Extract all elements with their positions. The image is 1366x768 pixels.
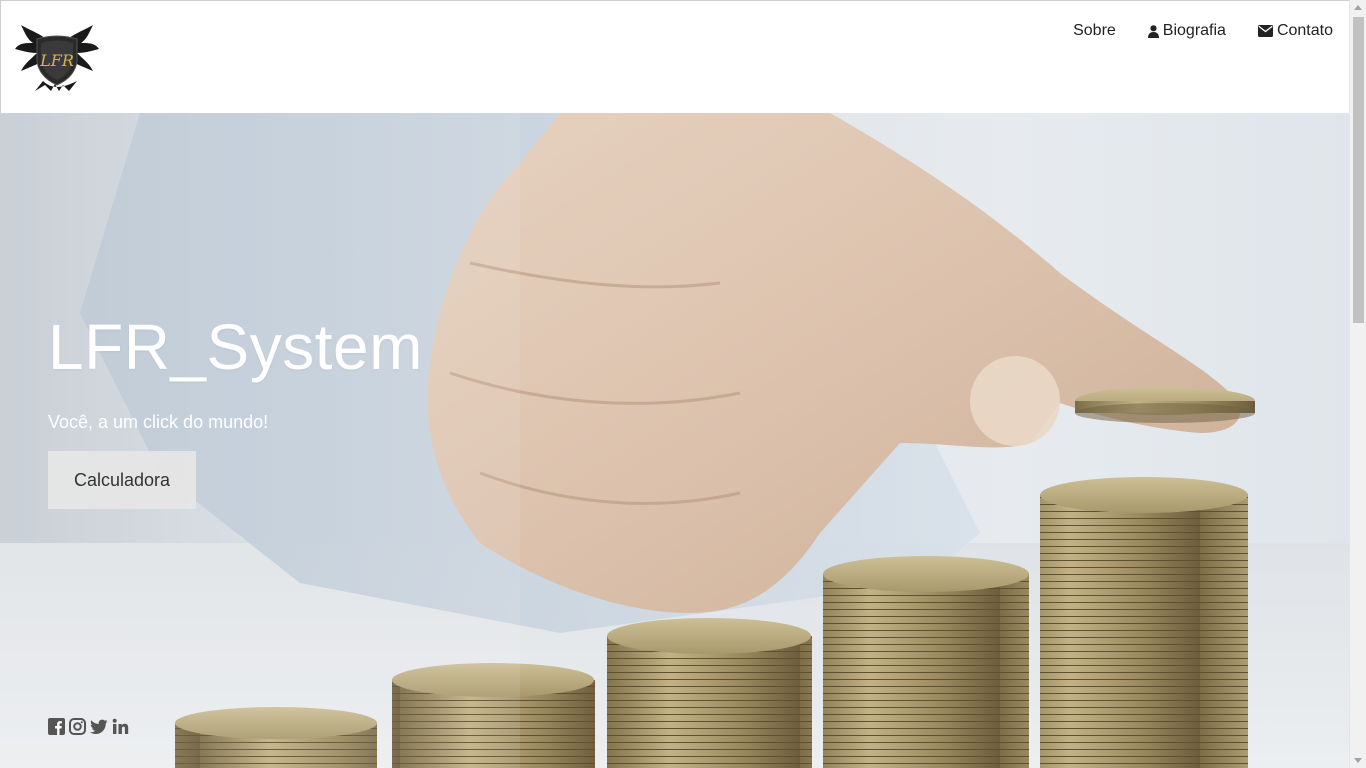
brand-logo[interactable]: LFR xyxy=(15,21,99,93)
scroll-down-arrow-icon[interactable] xyxy=(1354,758,1362,763)
nav-item-label: Sobre xyxy=(1073,22,1116,39)
social-links xyxy=(48,718,129,735)
calculadora-button[interactable]: Calculadora xyxy=(48,451,196,509)
svg-text:LFR: LFR xyxy=(39,51,74,70)
main-nav: Sobre Biografia Contato xyxy=(1073,22,1333,40)
winged-shield-logo-icon: LFR xyxy=(15,25,99,91)
twitter-icon[interactable] xyxy=(90,718,108,735)
hero-title: LFR_System xyxy=(48,310,423,383)
hero-banner: LFR_System Você, a um click do mundo! Ca… xyxy=(0,113,1349,768)
page-scrollbar[interactable] xyxy=(1349,0,1366,768)
hand-stacking-coins-image xyxy=(0,113,1349,768)
instagram-icon[interactable] xyxy=(69,718,86,735)
linkedin-icon[interactable] xyxy=(112,718,129,735)
scroll-up-arrow-icon[interactable] xyxy=(1354,5,1362,10)
hero-subtitle: Você, a um click do mundo! xyxy=(48,412,269,432)
user-icon xyxy=(1147,24,1159,38)
nav-item-label: Contato xyxy=(1276,22,1333,39)
scroll-thumb[interactable] xyxy=(1353,17,1364,323)
envelope-icon xyxy=(1257,25,1273,37)
page: LFR Sobre Biografia Contato LFR_System V… xyxy=(0,0,1366,768)
facebook-icon[interactable] xyxy=(48,718,65,735)
top-navbar: LFR Sobre Biografia Contato xyxy=(0,0,1349,113)
nav-item-contato[interactable]: Contato xyxy=(1257,22,1333,40)
nav-item-biografia[interactable]: Biografia xyxy=(1147,22,1226,40)
nav-item-label: Biografia xyxy=(1162,22,1226,39)
nav-item-sobre[interactable]: Sobre xyxy=(1073,22,1116,40)
